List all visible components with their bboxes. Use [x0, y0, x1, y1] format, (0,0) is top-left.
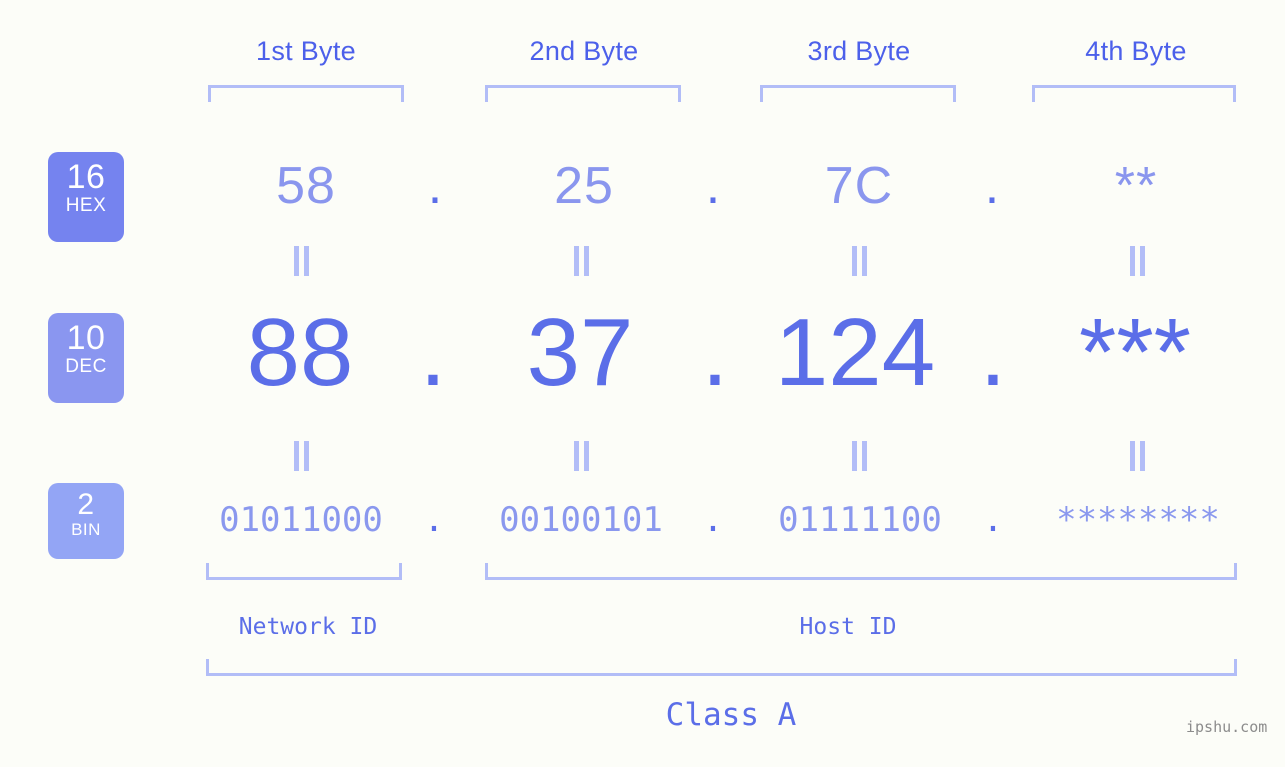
byte-bracket-2 — [485, 85, 681, 102]
equals-marker-hex-dec-2 — [571, 246, 591, 276]
hex-byte-1: 58 — [276, 157, 336, 215]
base-badge-hex-number: 16 — [66, 158, 106, 196]
base-badge-dec-label: DEC — [65, 356, 107, 377]
dec-separator-1: . — [419, 299, 447, 406]
bin-byte-2: 00100101 — [499, 500, 663, 540]
byte-header-3: 3rd Byte — [807, 36, 911, 66]
byte-bracket-4 — [1032, 85, 1236, 102]
byte-header-2: 2nd Byte — [529, 36, 639, 66]
base-badge-dec: 10 DEC — [48, 313, 124, 403]
equals-marker-dec-bin-1 — [291, 441, 311, 471]
byte-header-4: 4th Byte — [1085, 36, 1187, 66]
equals-marker-hex-dec-4 — [1127, 246, 1147, 276]
dec-separator-2: . — [701, 299, 729, 406]
hex-separator-2: . — [705, 157, 721, 215]
byte-bracket-1 — [208, 85, 404, 102]
dec-byte-3: 124 — [774, 299, 936, 406]
dec-byte-4: *** — [1078, 299, 1192, 406]
network-id-bracket — [206, 563, 402, 580]
bin-separator-2: . — [702, 500, 724, 540]
ip-address-breakdown-diagram: 1st Byte 2nd Byte 3rd Byte 4th Byte 16 H… — [0, 0, 1285, 767]
base-badge-hex-label: HEX — [65, 195, 107, 216]
base-badge-bin-number: 2 — [77, 488, 95, 521]
base-badge-hex: 16 HEX — [48, 152, 124, 242]
host-id-label: Host ID — [799, 614, 897, 640]
hex-byte-4: ** — [1114, 157, 1158, 215]
dec-byte-1: 88 — [246, 299, 354, 406]
hex-byte-3: 7C — [824, 157, 894, 215]
bin-byte-1: 01011000 — [219, 500, 383, 540]
bin-separator-1: . — [423, 500, 445, 540]
byte-bracket-3 — [760, 85, 956, 102]
equals-marker-hex-dec-3 — [849, 246, 869, 276]
equals-marker-hex-dec-1 — [291, 246, 311, 276]
base-badge-bin-label: BIN — [71, 520, 101, 539]
dec-byte-2: 37 — [526, 299, 634, 406]
dec-separator-3: . — [979, 299, 1007, 406]
hex-separator-3: . — [984, 157, 1000, 215]
hex-separator-1: . — [427, 157, 443, 215]
base-badge-bin: 2 BIN — [48, 483, 124, 559]
equals-marker-dec-bin-2 — [571, 441, 591, 471]
byte-header-1: 1st Byte — [256, 36, 356, 66]
bin-separator-3: . — [982, 500, 1004, 540]
equals-marker-dec-bin-3 — [849, 441, 869, 471]
host-id-bracket — [485, 563, 1237, 580]
site-watermark: ipshu.com — [1186, 718, 1268, 736]
base-badge-dec-number: 10 — [66, 319, 106, 357]
network-id-label: Network ID — [238, 614, 378, 640]
class-bracket — [206, 659, 1237, 676]
bin-byte-3: 01111100 — [778, 500, 942, 540]
equals-marker-dec-bin-4 — [1127, 441, 1147, 471]
bin-byte-4: ******** — [1056, 500, 1220, 540]
class-label: Class A — [665, 697, 797, 733]
hex-byte-2: 25 — [554, 157, 614, 215]
